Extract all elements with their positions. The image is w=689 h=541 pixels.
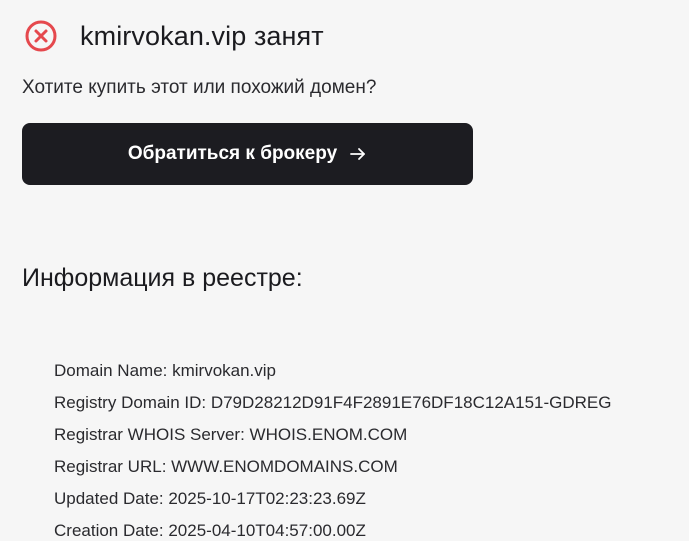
whois-line-registrar-whois-server: Registrar WHOIS Server: WHOIS.ENOM.COM (54, 425, 408, 444)
whois-line-updated-date: Updated Date: 2025-10-17T02:23:23.69Z (54, 489, 366, 508)
domain-status-page: kmirvokan.vip занят Хотите купить этот и… (0, 0, 689, 541)
arrow-right-icon (349, 147, 367, 161)
error-circle-x-icon (24, 19, 58, 53)
whois-record-list: Domain Name: kmirvokan.vip Registry Doma… (54, 355, 612, 541)
purchase-question: Хотите купить этот или похожий домен? (22, 77, 377, 98)
domain-status-header: kmirvokan.vip занят (24, 16, 324, 56)
whois-line-registry-domain-id: Registry Domain ID: D79D28212D91F4F2891E… (54, 393, 612, 412)
contact-broker-button[interactable]: Обратиться к брокеру (22, 123, 473, 185)
whois-line-creation-date: Creation Date: 2025-04-10T04:57:00.00Z (54, 521, 366, 540)
registry-info-heading: Информация в реестре: (22, 264, 303, 292)
whois-line-domain-name: Domain Name: kmirvokan.vip (54, 361, 277, 380)
contact-broker-label: Обратиться к брокеру (127, 143, 338, 164)
domain-status-title: kmirvokan.vip занят (80, 20, 324, 51)
whois-line-registrar-url: Registrar URL: WWW.ENOMDOMAINS.COM (54, 457, 398, 476)
